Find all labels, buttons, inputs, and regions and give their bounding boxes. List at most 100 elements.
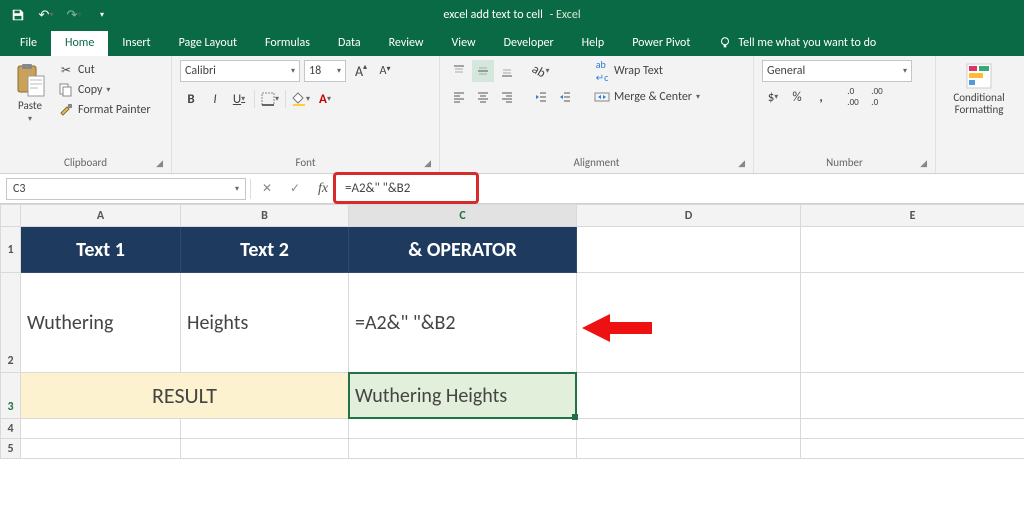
scissors-icon: ✂ <box>58 62 74 78</box>
italic-button[interactable]: I <box>204 88 226 110</box>
worksheet-grid[interactable]: A B C D E 1 Text 1 Text 2 & OPERATOR 2 W… <box>0 204 1024 459</box>
cancel-formula-icon[interactable]: ✕ <box>255 178 279 200</box>
tab-help[interactable]: Help <box>568 31 619 56</box>
wrap-text-button[interactable]: ab↵c Wrap Text <box>590 60 704 82</box>
group-font: Calibri▾ 18▾ A▴ A▾ B I U ▾ <box>172 56 440 173</box>
cell-e5[interactable] <box>801 439 1024 459</box>
redo-icon[interactable]: ↷▾ <box>62 3 86 27</box>
increase-font-icon[interactable]: A▴ <box>350 60 372 82</box>
decrease-font-icon[interactable]: A▾ <box>374 60 396 82</box>
row-header-3[interactable]: 3 <box>1 373 21 419</box>
row-header-2[interactable]: 2 <box>1 273 21 373</box>
cell-d4[interactable] <box>577 419 801 439</box>
name-box[interactable]: C3 ▾ <box>6 178 246 200</box>
tab-page-layout[interactable]: Page Layout <box>165 31 251 56</box>
font-color-button[interactable]: A ▾ <box>314 88 336 110</box>
percent-format-button[interactable]: % <box>786 86 808 108</box>
col-header-e[interactable]: E <box>801 205 1024 227</box>
tab-formulas[interactable]: Formulas <box>251 31 324 56</box>
format-painter-button[interactable]: Format Painter <box>58 102 151 118</box>
lightbulb-icon <box>718 36 732 50</box>
cell-d5[interactable] <box>577 439 801 459</box>
styles-group-label <box>944 167 1014 173</box>
formula-input[interactable]: =A2&" "&B2 <box>339 178 1018 200</box>
paste-button[interactable]: Paste▾ <box>8 60 52 124</box>
col-header-a[interactable]: A <box>21 205 181 227</box>
merge-center-label: Merge & Center <box>614 90 692 104</box>
conditional-formatting-button[interactable]: Conditional Formatting <box>957 60 1001 116</box>
col-header-d[interactable]: D <box>577 205 801 227</box>
font-size-combo[interactable]: 18▾ <box>304 60 346 82</box>
cell-a3b3-merged[interactable]: RESULT <box>21 373 349 419</box>
number-format-combo[interactable]: General▾ <box>762 60 912 82</box>
col-header-c[interactable]: C <box>349 205 577 227</box>
tab-view[interactable]: View <box>438 31 490 56</box>
cell-e2[interactable] <box>801 273 1024 373</box>
increase-indent-icon[interactable] <box>554 86 576 108</box>
tab-review[interactable]: Review <box>375 31 438 56</box>
cell-a1[interactable]: Text 1 <box>21 227 181 273</box>
align-bottom-icon[interactable] <box>496 60 518 82</box>
cell-d3[interactable] <box>577 373 801 419</box>
cell-e3[interactable] <box>801 373 1024 419</box>
decrease-indent-icon[interactable] <box>530 86 552 108</box>
cell-a2[interactable]: Wuthering <box>21 273 181 373</box>
qat-customize-icon[interactable]: ▾ <box>90 3 114 27</box>
tab-power-pivot[interactable]: Power Pivot <box>618 31 704 56</box>
decrease-decimal-icon[interactable]: .00.0 <box>866 86 888 108</box>
cell-e4[interactable] <box>801 419 1024 439</box>
dialog-launcher-icon[interactable]: ◢ <box>424 158 431 169</box>
cell-a4[interactable] <box>21 419 181 439</box>
tell-me-search[interactable]: Tell me what you want to do <box>704 36 890 56</box>
cell-d1[interactable] <box>577 227 801 273</box>
cut-button[interactable]: ✂ Cut <box>58 62 151 78</box>
bold-button[interactable]: B <box>180 88 202 110</box>
align-top-icon[interactable] <box>448 60 470 82</box>
cell-c1[interactable]: & OPERATOR <box>349 227 577 273</box>
select-all-corner[interactable] <box>1 205 21 227</box>
enter-formula-icon[interactable]: ✓ <box>283 178 307 200</box>
row-header-5[interactable]: 5 <box>1 439 21 459</box>
cell-c4[interactable] <box>349 419 577 439</box>
save-icon[interactable] <box>6 3 30 27</box>
cell-e1[interactable] <box>801 227 1024 273</box>
cell-c2[interactable]: =A2&" "&B2 <box>349 273 577 373</box>
fill-color-button[interactable]: ▾ <box>290 88 312 110</box>
tab-file[interactable]: File <box>6 31 51 56</box>
orientation-icon[interactable]: ab▾ <box>530 60 552 82</box>
row-header-1[interactable]: 1 <box>1 227 21 273</box>
align-center-icon[interactable] <box>472 86 494 108</box>
font-name-combo[interactable]: Calibri▾ <box>180 60 300 82</box>
undo-icon[interactable]: ↶▾ <box>34 3 58 27</box>
cell-b1[interactable]: Text 2 <box>181 227 349 273</box>
cell-a5[interactable] <box>21 439 181 459</box>
row-header-4[interactable]: 4 <box>1 419 21 439</box>
align-right-icon[interactable] <box>496 86 518 108</box>
cell-b5[interactable] <box>181 439 349 459</box>
borders-button[interactable]: ▾ <box>259 88 281 110</box>
align-middle-icon[interactable] <box>472 60 494 82</box>
merge-center-button[interactable]: Merge & Center ▾ <box>590 86 704 108</box>
accounting-format-button[interactable]: $ ▾ <box>762 86 784 108</box>
col-header-b[interactable]: B <box>181 205 349 227</box>
comma-format-button[interactable]: , <box>810 86 832 108</box>
copy-button[interactable]: Copy ▾ <box>58 82 151 98</box>
align-left-icon[interactable] <box>448 86 470 108</box>
tab-developer[interactable]: Developer <box>490 31 568 56</box>
tab-home[interactable]: Home <box>51 31 108 56</box>
insert-function-icon[interactable]: fx <box>311 178 335 200</box>
cell-c5[interactable] <box>349 439 577 459</box>
tab-insert[interactable]: Insert <box>108 31 164 56</box>
tell-me-label: Tell me what you want to do <box>738 36 876 50</box>
underline-button[interactable]: U ▾ <box>228 88 250 110</box>
cell-c3[interactable]: Wuthering Heights <box>349 373 577 419</box>
cell-b2[interactable]: Heights <box>181 273 349 373</box>
cell-b4[interactable] <box>181 419 349 439</box>
tab-data[interactable]: Data <box>324 31 375 56</box>
ribbon: Paste▾ ✂ Cut Copy ▾ Format Pain <box>0 56 1024 174</box>
merge-icon <box>594 89 610 105</box>
dialog-launcher-icon[interactable]: ◢ <box>920 158 927 169</box>
dialog-launcher-icon[interactable]: ◢ <box>738 158 745 169</box>
dialog-launcher-icon[interactable]: ◢ <box>156 158 163 169</box>
increase-decimal-icon[interactable]: .0.00 <box>842 86 864 108</box>
